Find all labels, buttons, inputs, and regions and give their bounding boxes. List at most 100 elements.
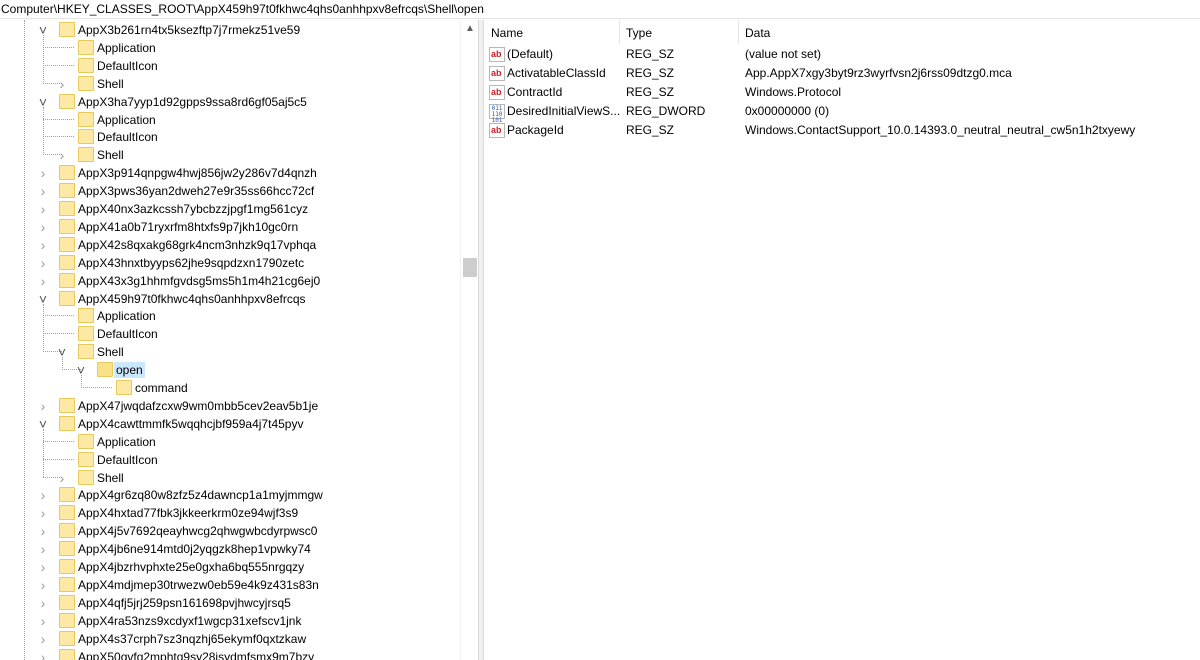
tree-node-label[interactable]: Application <box>95 308 158 324</box>
chevron-right-icon[interactable]: › <box>37 542 49 556</box>
tree-node[interactable]: › AppX41a0b71ryxrfm8htxfs9p7jkh10gc0rn <box>0 218 478 236</box>
tree-node-label[interactable]: Shell <box>95 344 126 360</box>
chevron-right-icon[interactable]: › <box>37 614 49 628</box>
tree-node-label[interactable]: AppX40nx3azkcssh7ybcbzzjpgf1mg561cyz <box>76 201 310 217</box>
chevron-right-icon[interactable]: › <box>37 596 49 610</box>
column-header-name[interactable]: Name <box>484 20 620 44</box>
tree-node-label[interactable]: AppX4j5v7692qeayhwcg2qhwgwbcdyrpwsc0 <box>76 523 319 539</box>
chevron-right-icon[interactable]: › <box>37 632 49 646</box>
tree-node[interactable]: › AppX4j5v7692qeayhwcg2qhwgwbcdyrpwsc0 <box>0 522 478 540</box>
tree-node[interactable]: Application <box>0 39 478 57</box>
registry-tree[interactable]: ˅ AppX3b261rn4tx5ksezftp7j7rmekz51ve59 App… <box>0 20 478 660</box>
tree-node-label[interactable]: AppX3ha7yyp1d92gpps9ssa8rd6gf05aj5c5 <box>76 94 309 110</box>
chevron-right-icon[interactable]: › <box>56 471 68 485</box>
tree-node[interactable]: ˅ Shell <box>0 343 478 361</box>
column-header-type[interactable]: Type <box>619 20 739 44</box>
tree-node-label[interactable]: DefaultIcon <box>95 129 160 145</box>
tree-node-label[interactable]: AppX47jwqdafzcxw9wm0mbb5cev2eav5b1je <box>76 398 320 414</box>
tree-node[interactable]: › AppX4mdjmep30trwezw0eb59e4k9z431s83n <box>0 576 478 594</box>
tree-node[interactable]: › Shell <box>0 146 478 164</box>
tree-node-label[interactable]: AppX4mdjmep30trwezw0eb59e4k9z431s83n <box>76 577 321 593</box>
chevron-right-icon[interactable]: › <box>37 220 49 234</box>
tree-node[interactable]: › AppX50qvfg2mphtq9sy28jsydmfsmx9m7bzy <box>0 648 478 660</box>
tree-node[interactable]: DefaultIcon <box>0 451 478 469</box>
chevron-right-icon[interactable]: › <box>56 77 68 91</box>
chevron-right-icon[interactable]: › <box>37 202 49 216</box>
tree-node[interactable]: ˅ AppX3ha7yyp1d92gpps9ssa8rd6gf05aj5c5 <box>0 93 478 111</box>
value-row[interactable]: ab ActivatableClassId REG_SZ App.AppX7xgy3b… <box>484 64 1200 83</box>
tree-node-label[interactable]: AppX4ra53nzs9xcdyxf1wgcp31xefscv1jnk <box>76 613 303 629</box>
chevron-right-icon[interactable]: › <box>37 166 49 180</box>
tree-node[interactable]: › AppX47jwqdafzcxw9wm0mbb5cev2eav5b1je <box>0 397 478 415</box>
tree-node-label[interactable]: DefaultIcon <box>95 326 160 342</box>
tree-node-label[interactable]: DefaultIcon <box>95 58 160 74</box>
tree-node[interactable]: › AppX42s8qxakg68grk4ncm3nhzk9q17vphqa <box>0 236 478 254</box>
tree-node-label[interactable]: AppX4jbzrhvphxte25e0gxha6bq555nrgqzy <box>76 559 306 575</box>
tree-node[interactable]: › AppX43x3g1hhmfgvdsg5ms5h1m4h21cg6ej0 <box>0 272 478 290</box>
tree-node[interactable]: ˅ AppX3b261rn4tx5ksezftp7j7rmekz51ve59 <box>0 21 478 39</box>
value-row[interactable]: ab (Default) REG_SZ (value not set) <box>484 45 1200 64</box>
tree-node[interactable]: Application <box>0 433 478 451</box>
tree-node-label[interactable]: AppX459h97t0fkhwc4qhs0anhhpxv8efrcqs <box>76 291 308 307</box>
chevron-right-icon[interactable]: › <box>37 274 49 288</box>
tree-node[interactable]: › AppX3pws36yan2dweh27e9r35ss66hcc72cf <box>0 182 478 200</box>
tree-node-label[interactable]: AppX43x3g1hhmfgvdsg5ms5h1m4h21cg6ej0 <box>76 273 322 289</box>
tree-node[interactable]: ˅ AppX459h97t0fkhwc4qhs0anhhpxv8efrcqs <box>0 290 478 308</box>
tree-node[interactable]: › AppX4gr6zq80w8zfz5z4dawncp1a1myjmmgw <box>0 486 478 504</box>
tree-node-label[interactable]: AppX4qfj5jrj259psn161698pvjhwcyjrsq5 <box>76 595 293 611</box>
tree-node[interactable]: DefaultIcon <box>0 57 478 75</box>
chevron-right-icon[interactable]: › <box>37 560 49 574</box>
tree-node[interactable]: › Shell <box>0 75 478 93</box>
tree-node-label[interactable]: AppX4jb6ne914mtd0j2yqgzk8hep1vpwky74 <box>76 541 313 557</box>
tree-node[interactable]: command <box>0 379 478 397</box>
tree-node-label[interactable]: DefaultIcon <box>95 452 160 468</box>
tree-node[interactable]: ˅ AppX4cawttmmfk5wqqhcjbf959a4j7t45pyv <box>0 415 478 433</box>
scroll-thumb[interactable] <box>463 258 477 277</box>
tree-node[interactable]: DefaultIcon <box>0 325 478 343</box>
chevron-right-icon[interactable]: › <box>37 256 49 270</box>
tree-node[interactable]: › AppX4jb6ne914mtd0j2yqgzk8hep1vpwky74 <box>0 540 478 558</box>
tree-node[interactable]: › Shell <box>0 469 478 487</box>
value-row[interactable]: ab ContractId REG_SZ Windows.Protocol <box>484 83 1200 102</box>
tree-scrollbar[interactable]: ▲ <box>460 20 478 660</box>
value-row[interactable]: ab PackageId REG_SZ Windows.ContactSupport_… <box>484 121 1200 140</box>
tree-node-label[interactable]: AppX3pws36yan2dweh27e9r35ss66hcc72cf <box>76 183 316 199</box>
tree-node-label[interactable]: AppX4gr6zq80w8zfz5z4dawncp1a1myjmmgw <box>76 487 325 503</box>
tree-node-label[interactable]: AppX3b261rn4tx5ksezftp7j7rmekz51ve59 <box>76 22 302 38</box>
tree-node-label[interactable]: Shell <box>95 76 126 92</box>
tree-node-label[interactable]: Application <box>95 434 158 450</box>
chevron-right-icon[interactable]: › <box>37 399 49 413</box>
chevron-right-icon[interactable]: › <box>37 578 49 592</box>
scroll-up-arrow-icon[interactable]: ▲ <box>461 20 479 38</box>
chevron-right-icon[interactable]: › <box>37 488 49 502</box>
tree-node[interactable]: › AppX40nx3azkcssh7ybcbzzjpgf1mg561cyz <box>0 200 478 218</box>
tree-node-label[interactable]: Application <box>95 112 158 128</box>
tree-node-label[interactable]: Shell <box>95 147 126 163</box>
chevron-right-icon[interactable]: › <box>37 650 49 660</box>
tree-node[interactable]: ˅ open <box>0 361 478 379</box>
tree-node[interactable]: › AppX4hxtad77fbk3jkkeerkrm0ze94wjf3s9 <box>0 504 478 522</box>
tree-node[interactable]: › AppX4jbzrhvphxte25e0gxha6bq555nrgqzy <box>0 558 478 576</box>
tree-node[interactable]: › AppX4qfj5jrj259psn161698pvjhwcyjrsq5 <box>0 594 478 612</box>
tree-node-label[interactable]: Shell <box>95 470 126 486</box>
chevron-right-icon[interactable]: › <box>37 184 49 198</box>
column-header-data[interactable]: Data <box>738 20 1200 44</box>
tree-node-label[interactable]: AppX4cawttmmfk5wqqhcjbf959a4j7t45pyv <box>76 416 305 432</box>
tree-node[interactable]: › AppX3p914qnpgw4hwj856jw2y286v7d4qnzh <box>0 164 478 182</box>
chevron-right-icon[interactable]: › <box>37 238 49 252</box>
tree-node-label[interactable]: AppX41a0b71ryxrfm8htxfs9p7jkh10gc0rn <box>76 219 300 235</box>
chevron-right-icon[interactable]: › <box>56 148 68 162</box>
tree-node-label-selected[interactable]: open <box>114 362 145 379</box>
tree-node-label[interactable]: AppX42s8qxakg68grk4ncm3nhzk9q17vphqa <box>76 237 318 253</box>
tree-node[interactable]: › AppX4s37crph7sz3nqzhj65ekymf0qxtzkaw <box>0 630 478 648</box>
values-list[interactable]: Name Type Data ab (Default) REG_SZ (value n… <box>484 20 1200 660</box>
chevron-right-icon[interactable]: › <box>37 506 49 520</box>
tree-node[interactable]: Application <box>0 111 478 129</box>
chevron-right-icon[interactable]: › <box>37 524 49 538</box>
tree-node-label[interactable]: AppX4hxtad77fbk3jkkeerkrm0ze94wjf3s9 <box>76 505 300 521</box>
tree-node-label[interactable]: AppX3p914qnpgw4hwj856jw2y286v7d4qnzh <box>76 165 319 181</box>
tree-node-label[interactable]: AppX4s37crph7sz3nqzhj65ekymf0qxtzkaw <box>76 631 308 647</box>
tree-node-label[interactable]: Application <box>95 40 158 56</box>
address-bar[interactable]: Computer\HKEY_CLASSES_ROOT\AppX459h97t0f… <box>0 0 1200 19</box>
tree-node[interactable]: › AppX43hnxtbyyps62jhe9sqpdzxn1790zetc <box>0 254 478 272</box>
